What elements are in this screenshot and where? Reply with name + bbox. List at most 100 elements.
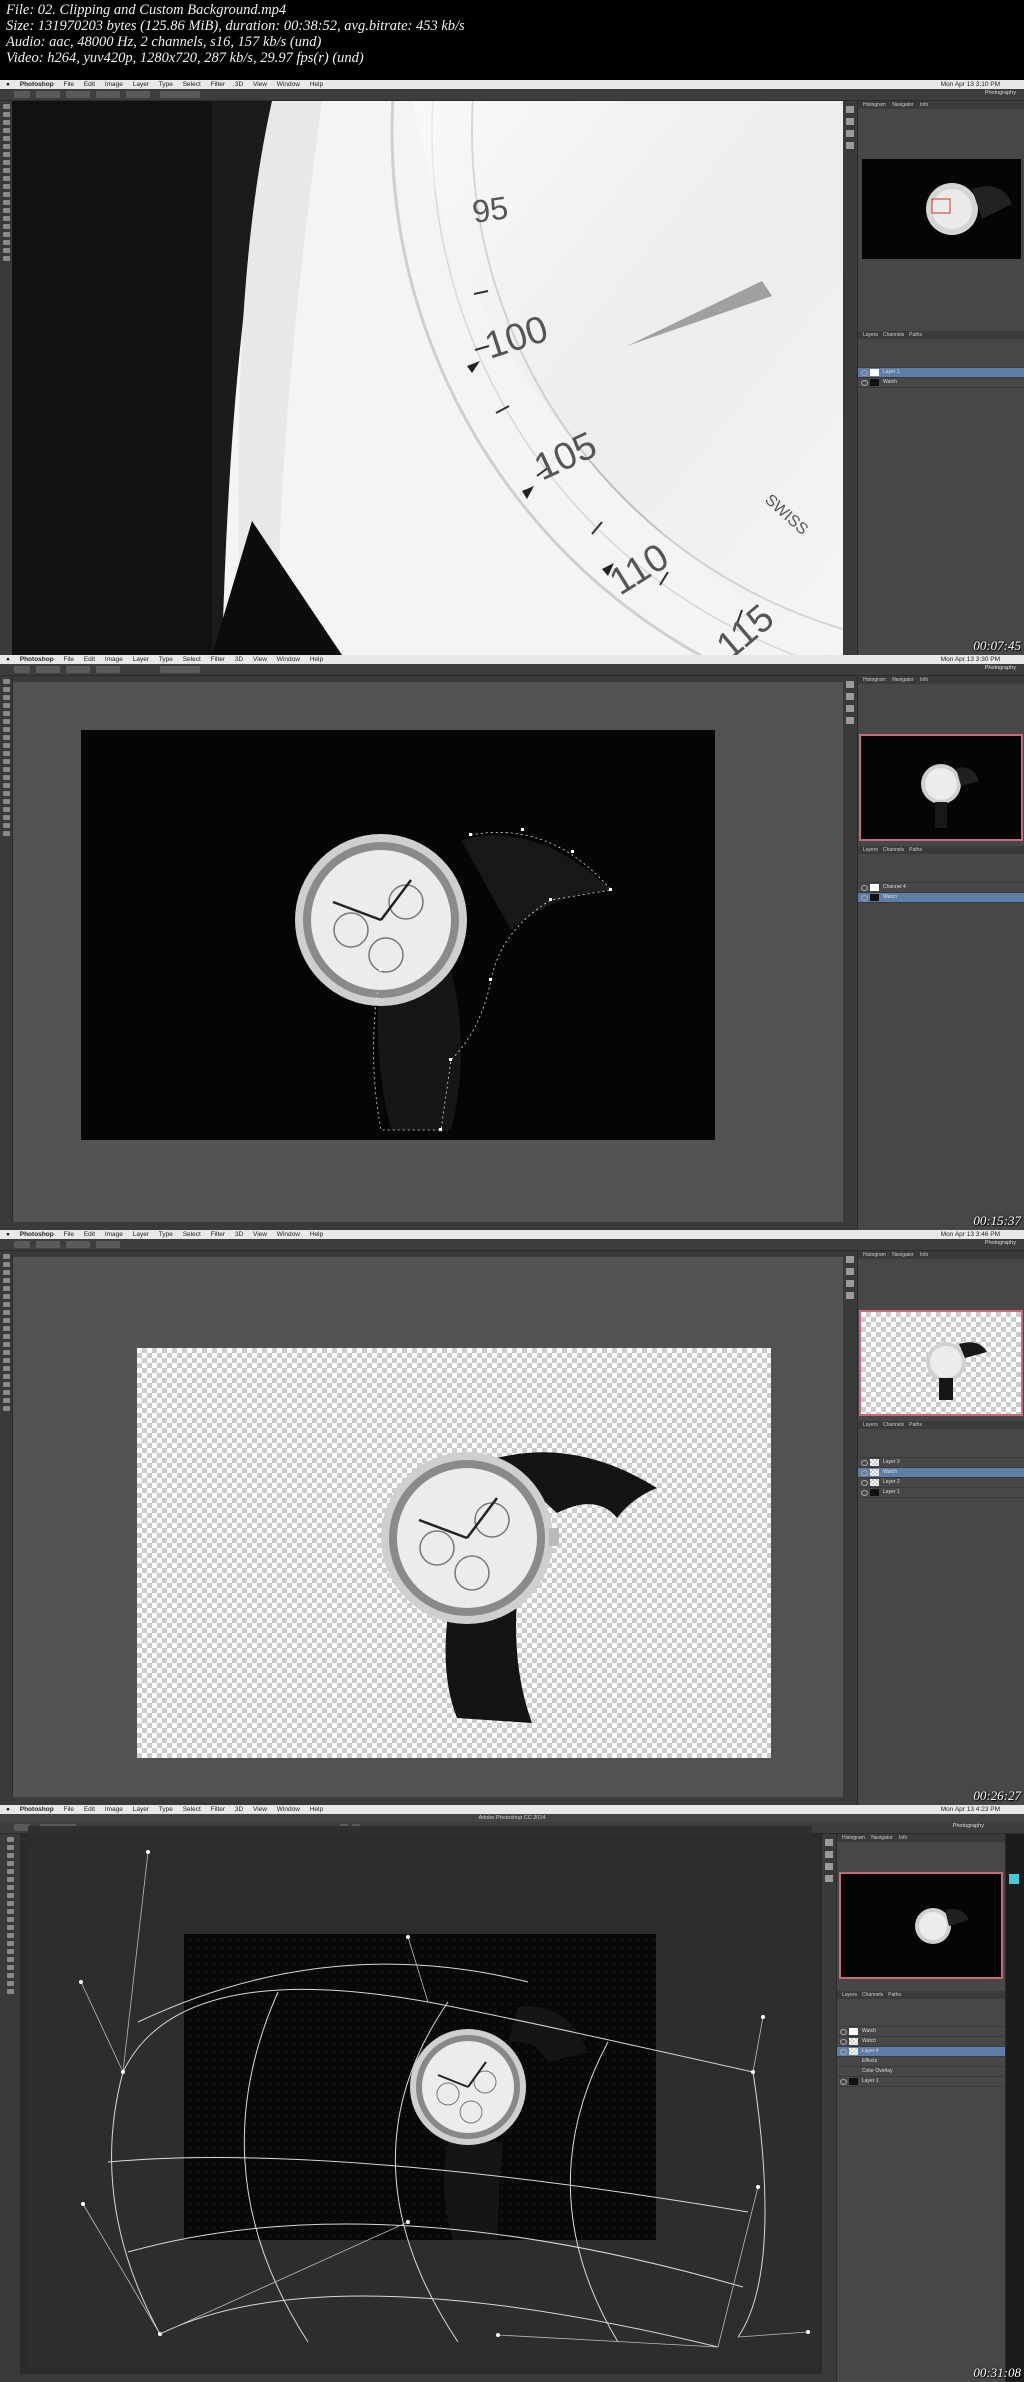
- layer-row[interactable]: Layer 1: [858, 1488, 1024, 1498]
- path-select-tool-icon[interactable]: [2, 1382, 10, 1387]
- brush-tool-icon[interactable]: [2, 160, 10, 165]
- apple-icon[interactable]: ●: [6, 1230, 10, 1239]
- menu-edit[interactable]: Edit: [84, 80, 95, 89]
- crop-tool-icon[interactable]: [2, 1286, 10, 1291]
- menu-type[interactable]: Type: [159, 1230, 173, 1239]
- menu-layer[interactable]: Layer: [133, 1230, 149, 1239]
- menu-3d[interactable]: 3D: [235, 1805, 243, 1814]
- menu-select[interactable]: Select: [183, 80, 201, 89]
- tab-histogram[interactable]: Histogram: [863, 102, 886, 108]
- menu-layer[interactable]: Layer: [133, 80, 149, 89]
- layer-row[interactable]: Watch: [837, 2027, 1005, 2037]
- blur-tool-icon[interactable]: [2, 1350, 10, 1355]
- tab-info[interactable]: Info: [920, 102, 928, 108]
- menu-image[interactable]: Image: [105, 655, 123, 664]
- selection-button[interactable]: [66, 91, 90, 98]
- mask-button[interactable]: [96, 91, 120, 98]
- dodge-tool-icon[interactable]: [6, 1941, 14, 1946]
- type-tool-icon[interactable]: [2, 224, 10, 229]
- crop-tool-icon[interactable]: [6, 1869, 14, 1874]
- tab-histogram[interactable]: Histogram: [863, 677, 886, 683]
- visibility-eye-icon[interactable]: [861, 1470, 868, 1476]
- history-brush-icon[interactable]: [2, 176, 10, 181]
- shape-tool-icon[interactable]: [2, 1390, 10, 1395]
- menu-type[interactable]: Type: [159, 1805, 173, 1814]
- mode-dropdown[interactable]: [36, 1241, 60, 1248]
- menu-window[interactable]: Window: [277, 80, 300, 89]
- properties-panel-icon[interactable]: [846, 1280, 854, 1287]
- menu-image[interactable]: Image: [105, 1230, 123, 1239]
- history-panel-icon[interactable]: [846, 106, 854, 113]
- menu-3d[interactable]: 3D: [235, 1230, 243, 1239]
- hand-tool-icon[interactable]: [2, 248, 10, 253]
- mask-button[interactable]: [96, 666, 120, 673]
- menu-file[interactable]: File: [64, 1230, 74, 1239]
- tab-info[interactable]: Info: [920, 1252, 928, 1258]
- layer-row[interactable]: Layer 1: [858, 368, 1024, 378]
- eyedropper-tool-icon[interactable]: [2, 719, 10, 724]
- menu-3d[interactable]: 3D: [235, 655, 243, 664]
- history-panel-icon[interactable]: [846, 1256, 854, 1263]
- tab-navigator[interactable]: Navigator: [892, 677, 913, 683]
- marquee-tool-icon[interactable]: [2, 112, 10, 117]
- menu-app-name[interactable]: Photoshop: [20, 1805, 54, 1814]
- menu-help[interactable]: Help: [310, 1805, 323, 1814]
- brush-tool-icon[interactable]: [6, 1893, 14, 1898]
- layer-row[interactable]: Watch: [858, 1468, 1024, 1478]
- gradient-tool-icon[interactable]: [2, 767, 10, 772]
- menu-edit[interactable]: Edit: [84, 655, 95, 664]
- app-dock-icon[interactable]: [1009, 1874, 1019, 1884]
- tab-histogram[interactable]: Histogram: [863, 1252, 886, 1258]
- zoom-tool-icon[interactable]: [6, 1989, 14, 1994]
- marquee-tool-icon[interactable]: [2, 687, 10, 692]
- menu-filter[interactable]: Filter: [211, 80, 225, 89]
- tab-navigator[interactable]: Navigator: [892, 1252, 913, 1258]
- menu-file[interactable]: File: [64, 80, 74, 89]
- healing-tool-icon[interactable]: [2, 727, 10, 732]
- canvas-warp[interactable]: [28, 1842, 818, 2374]
- menu-image[interactable]: Image: [105, 80, 123, 89]
- pen-tool-icon[interactable]: [2, 791, 10, 796]
- zoom-tool-icon[interactable]: [2, 1406, 10, 1411]
- workspace-switcher[interactable]: Photography: [985, 1240, 1016, 1246]
- menu-image[interactable]: Image: [105, 1805, 123, 1814]
- visibility-eye-icon[interactable]: [861, 1490, 868, 1496]
- blur-tool-icon[interactable]: [6, 1933, 14, 1938]
- properties-panel-icon[interactable]: [846, 705, 854, 712]
- shape-button[interactable]: [126, 91, 150, 98]
- stamp-tool-icon[interactable]: [2, 1318, 10, 1323]
- move-tool-icon[interactable]: [2, 104, 10, 109]
- lasso-tool-icon[interactable]: [2, 695, 10, 700]
- eraser-tool-icon[interactable]: [6, 1917, 14, 1922]
- pen-tool-icon[interactable]: [2, 216, 10, 221]
- menu-select[interactable]: Select: [183, 1230, 201, 1239]
- lasso-tool-icon[interactable]: [2, 120, 10, 125]
- apple-icon[interactable]: ●: [6, 1805, 10, 1814]
- stamp-tool-icon[interactable]: [2, 743, 10, 748]
- opacity-field[interactable]: [66, 1241, 90, 1248]
- layer-row[interactable]: Color Overlay: [837, 2067, 1005, 2077]
- history-panel-icon[interactable]: [846, 681, 854, 688]
- menu-3d[interactable]: 3D: [235, 80, 243, 89]
- tab-navigator[interactable]: Navigator: [892, 102, 913, 108]
- crop-tool-icon[interactable]: [2, 711, 10, 716]
- visibility-eye-icon[interactable]: [861, 370, 868, 376]
- type-tool-icon[interactable]: [2, 799, 10, 804]
- lasso-tool-icon[interactable]: [6, 1853, 14, 1858]
- menu-app-name[interactable]: Photoshop: [20, 1230, 54, 1239]
- layer-row[interactable]: Layer 1: [837, 2077, 1005, 2087]
- canvas-watch-black[interactable]: [81, 730, 715, 1140]
- pen-tool-icon[interactable]: [2, 1366, 10, 1371]
- eyedropper-tool-icon[interactable]: [2, 144, 10, 149]
- menu-window[interactable]: Window: [277, 655, 300, 664]
- marquee-tool-icon[interactable]: [2, 1262, 10, 1267]
- zoom-tool-icon[interactable]: [2, 831, 10, 836]
- menu-type[interactable]: Type: [159, 80, 173, 89]
- menu-view[interactable]: View: [253, 1805, 267, 1814]
- workspace-switcher[interactable]: Photography: [985, 665, 1016, 671]
- menu-view[interactable]: View: [253, 80, 267, 89]
- pen-tool-icon[interactable]: [6, 1949, 14, 1954]
- menu-filter[interactable]: Filter: [211, 1230, 225, 1239]
- marquee-tool-icon[interactable]: [6, 1845, 14, 1850]
- path-select-tool-icon[interactable]: [2, 807, 10, 812]
